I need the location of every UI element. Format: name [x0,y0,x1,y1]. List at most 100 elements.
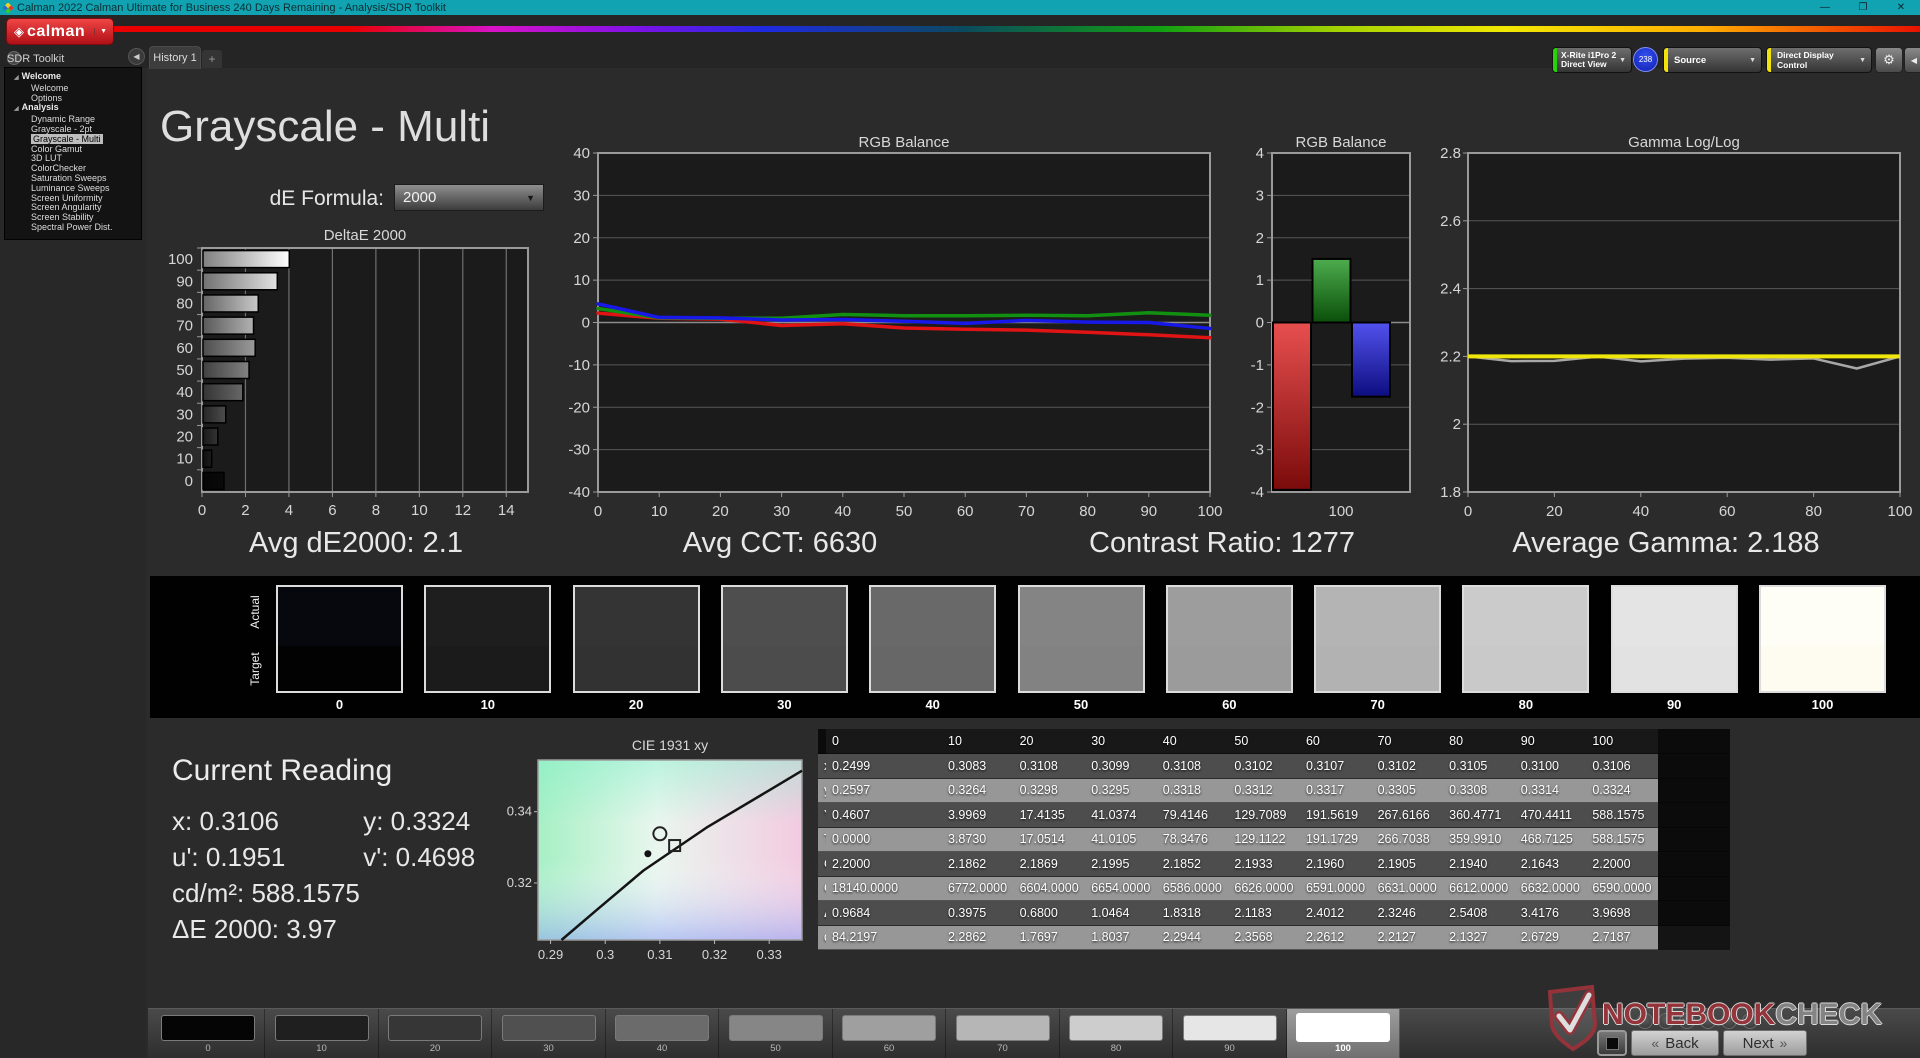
meter-mode: Direct View [1561,59,1607,69]
table-cell: 1.8318 [1156,901,1229,926]
transport-knob[interactable] [1658,1013,1674,1029]
minimize-icon[interactable]: — [1806,0,1844,15]
svg-text:0.3: 0.3 [596,947,614,962]
chevron-down-icon: ▼ [94,28,107,35]
svg-text:80: 80 [1079,503,1096,520]
svg-text:0.34: 0.34 [507,804,532,819]
table-gutter [1657,827,1730,852]
svg-text:50: 50 [896,503,913,520]
pattern-label: 20 [429,1043,441,1054]
table-gutter [1657,876,1730,901]
svg-text:2.8: 2.8 [1440,145,1461,162]
pattern-button-80[interactable]: 80 [1060,1009,1173,1058]
table-cell: 2.6729 [1514,925,1587,950]
svg-text:0: 0 [582,315,590,332]
measurement-table: 0102030405060708090100x: CIE310.24990.30… [818,729,1730,950]
next-button[interactable]: Next » [1723,1030,1807,1056]
table-gutter [1657,754,1730,779]
transport-knob[interactable] [1637,1013,1653,1029]
grayscale-swatch-90 [1610,585,1738,693]
svg-text:-2: -2 [1251,399,1264,416]
table-cell: 0.3312 [1228,778,1300,803]
table-cell: 2.1869 [1013,852,1086,877]
table-cell: 0.3102 [1371,754,1444,779]
gear-icon[interactable]: ⚙ [1875,47,1903,73]
calman-menu-button[interactable]: ◈ calman ▼ [6,18,114,45]
pattern-button-0[interactable]: 0 [152,1009,265,1058]
pattern-button-40[interactable]: 40 [606,1009,719,1058]
svg-text:60: 60 [957,503,974,520]
close-icon[interactable]: ✕ [1882,0,1920,15]
table-cell: 2.3568 [1228,925,1300,950]
svg-text:1.8: 1.8 [1440,484,1461,501]
svg-text:RGB Balance: RGB Balance [1296,134,1387,151]
pattern-swatch [1182,1015,1277,1041]
display-control-dropdown[interactable]: Direct Display Control ▼ [1766,47,1872,73]
sidebar-item-welcome[interactable]: Welcome [5,83,141,94]
svg-text:80: 80 [176,295,193,312]
sidebar-item-color-gamut[interactable]: Color Gamut [5,144,141,155]
transport-knob[interactable] [1742,1013,1758,1029]
tree-group-welcome[interactable]: ◢ Welcome [5,71,141,84]
svg-text:2: 2 [1453,416,1461,433]
transport-knob[interactable] [1700,1013,1716,1029]
svg-text:40: 40 [176,384,193,401]
svg-text:-1: -1 [1251,357,1264,374]
sidebar-collapse-button[interactable]: ◀ [128,48,145,65]
de-formula-dropdown[interactable]: 2000 ▼ [394,184,544,211]
source-dropdown[interactable]: Source ▼ [1663,47,1762,73]
table-cell: 0.3264 [942,778,1014,803]
pattern-label: 0 [205,1043,211,1054]
tab-history-1[interactable]: History 1 [149,46,201,69]
pattern-button-70[interactable]: 70 [947,1009,1060,1058]
reading-x: x: 0.3106 [172,806,279,836]
table-cell: 6612.0000 [1443,876,1515,901]
table-cell: 470.4411 [1514,803,1587,828]
pattern-button-10[interactable]: 10 [266,1009,379,1058]
table-cell: 3.8730 [942,827,1014,852]
table-cell: 3.9698 [1586,901,1658,926]
toolbar-collapse-button[interactable]: ◀ [1904,47,1920,73]
sidebar-item-spectral-power-dist-[interactable]: Spectral Power Dist. [5,222,141,233]
pattern-button-100[interactable]: 100 [1287,1009,1400,1058]
reading-v: v': 0.4698 [363,842,476,872]
transport-knob[interactable] [1721,1013,1737,1029]
svg-text:100: 100 [168,251,193,268]
swatch-level-label: 90 [1666,697,1682,712]
table-gutter [1657,852,1730,877]
pattern-button-30[interactable]: 30 [493,1009,606,1058]
sidebar-title: SDR Toolkit [7,53,65,65]
add-tab-button[interactable]: + [202,50,222,68]
table-cell: 41.0105 [1085,827,1157,852]
gamma-log-chart: Gamma Log/Log 2.8 2.6 2.4 2.2 2 1.8 0 20 40 60 80 10… [1438,134,1920,528]
swatch-target [722,646,846,691]
pattern-button-50[interactable]: 50 [720,1009,833,1058]
svg-text:60: 60 [176,340,193,357]
pattern-button-90[interactable]: 90 [1174,1009,1287,1058]
pattern-button-60[interactable]: 60 [833,1009,946,1058]
grayscale-swatch-60 [1165,585,1293,693]
grayscale-swatch-strip: Actual Target 0 10 20 30 40 50 60 70 80 90 100 [150,576,1920,718]
table-cell: 267.6166 [1371,803,1444,828]
pattern-button-20[interactable]: 20 [379,1009,492,1058]
svg-text:3: 3 [1256,187,1264,204]
transport-knob[interactable] [1679,1013,1695,1029]
maximize-icon[interactable]: ❐ [1844,0,1882,15]
svg-text:0: 0 [1256,315,1264,332]
table-column-header: 90 [1514,729,1587,754]
stop-button[interactable] [1597,1030,1627,1056]
swatch-level-label: 80 [1518,697,1534,712]
back-label: Back [1665,1034,1699,1052]
meter-dropdown[interactable]: X-Rite i1Pro 2 Direct View ▼ [1552,47,1632,73]
svg-text:-20: -20 [568,399,590,416]
pattern-swatch [615,1015,709,1041]
back-button[interactable]: « Back [1631,1030,1719,1056]
grayscale-swatch-30 [720,585,848,693]
svg-text:0.32: 0.32 [702,947,727,962]
svg-text:0.29: 0.29 [538,947,563,962]
table-cell: 0.4607 [826,803,942,828]
swatch-level-label: 0 [335,697,344,712]
pattern-label: 30 [543,1043,554,1054]
table-column-header: 20 [1013,729,1086,754]
pattern-swatch [501,1015,596,1041]
